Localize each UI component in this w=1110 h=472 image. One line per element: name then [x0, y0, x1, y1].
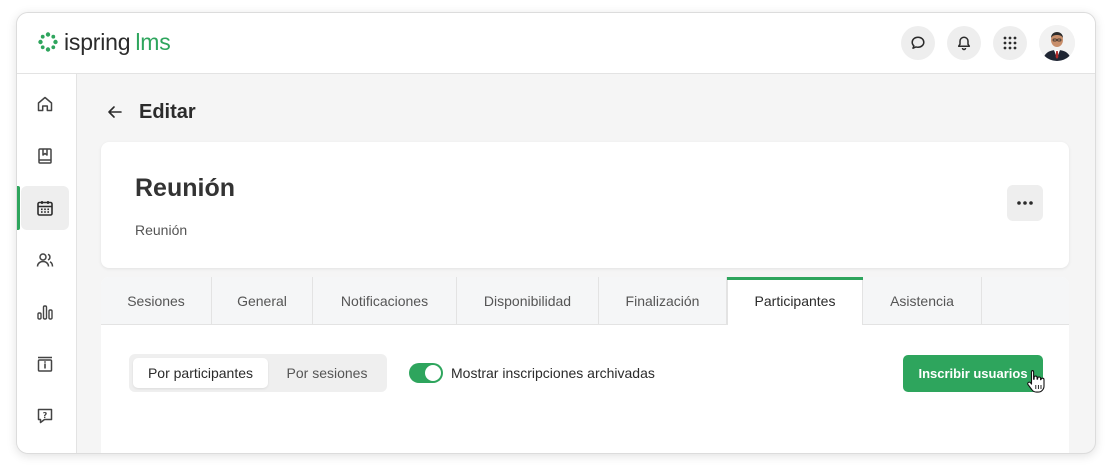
- tab-asistencia[interactable]: Asistencia: [863, 277, 982, 324]
- tab-bar: Sesiones General Notificaciones Disponib…: [101, 277, 1069, 325]
- page-header: Editar: [103, 100, 196, 124]
- more-horizontal-icon: [1017, 201, 1033, 205]
- archived-toggle-label: Mostrar inscripciones archivadas: [451, 365, 655, 381]
- help-chat-icon: ?: [37, 408, 53, 424]
- sidebar-item-reports[interactable]: [21, 290, 69, 334]
- ispring-logo-mark-icon: [38, 32, 58, 52]
- enroll-users-button[interactable]: Inscribir usuarios: [903, 355, 1043, 392]
- view-mode-segmented-control: Por participantes Por sesiones: [129, 354, 387, 392]
- sidebar-item-users[interactable]: [21, 238, 69, 282]
- logo-product-text: lms: [135, 28, 171, 55]
- notifications-button[interactable]: [947, 26, 981, 60]
- more-options-button[interactable]: [1007, 185, 1043, 221]
- tab-finalizacion[interactable]: Finalización: [599, 277, 727, 324]
- event-card: Reunión Reunión: [101, 142, 1069, 268]
- tab-general[interactable]: General: [212, 277, 313, 324]
- tab-notificaciones[interactable]: Notificaciones: [313, 277, 457, 324]
- archived-enrollments-toggle[interactable]: [409, 363, 443, 383]
- bar-chart-icon: [37, 305, 53, 320]
- chat-button[interactable]: [901, 26, 935, 60]
- bell-icon: [957, 36, 971, 51]
- arrow-left-icon: [108, 106, 122, 118]
- logo-text: ispring: [64, 28, 131, 55]
- sidebar-item-home[interactable]: [21, 82, 69, 126]
- event-title: Reunión: [135, 174, 235, 202]
- back-button[interactable]: [103, 100, 127, 124]
- apps-button[interactable]: [993, 26, 1027, 60]
- sidebar-item-courses[interactable]: [21, 134, 69, 178]
- page-title: Editar: [139, 100, 196, 123]
- info-box-icon: [37, 356, 53, 372]
- toggle-knob: [425, 365, 441, 381]
- sidebar: ?: [17, 74, 77, 453]
- sidebar-active-indicator: [17, 186, 20, 230]
- sidebar-item-info[interactable]: [21, 342, 69, 386]
- sidebar-item-help[interactable]: ?: [21, 394, 69, 438]
- home-icon: [37, 96, 53, 112]
- ispring-logo[interactable]: ispring lms: [37, 27, 171, 57]
- sidebar-item-calendar[interactable]: [21, 186, 69, 230]
- tab-sesiones[interactable]: Sesiones: [101, 277, 212, 324]
- segment-por-sesiones[interactable]: Por sesiones: [271, 358, 383, 388]
- avatar-portrait-icon: [1039, 25, 1075, 61]
- svg-text:?: ?: [43, 411, 48, 420]
- chat-icon: [911, 36, 925, 49]
- users-icon: [36, 253, 54, 267]
- main-content: Editar Reunión Reunión Sesiones General …: [77, 74, 1095, 453]
- event-subtitle: Reunión: [135, 222, 188, 238]
- book-icon: [38, 148, 52, 164]
- hand-pointer-cursor-icon: [1027, 369, 1045, 393]
- user-avatar[interactable]: [1039, 25, 1075, 61]
- app-window: ispring lms ? Editar Reunión Reunión Ses…: [16, 12, 1096, 454]
- tabs-panel: Sesiones General Notificaciones Disponib…: [101, 277, 1069, 453]
- apps-grid-icon: [1003, 36, 1017, 50]
- tab-disponibilidad[interactable]: Disponibilidad: [457, 277, 599, 324]
- calendar-icon: [37, 201, 53, 216]
- archived-toggle-row: Mostrar inscripciones archivadas: [409, 363, 655, 383]
- top-bar: ispring lms: [17, 13, 1095, 74]
- tab-participantes[interactable]: Participantes: [727, 277, 863, 325]
- topbar-actions: [889, 25, 1075, 61]
- segment-por-participantes[interactable]: Por participantes: [133, 358, 268, 388]
